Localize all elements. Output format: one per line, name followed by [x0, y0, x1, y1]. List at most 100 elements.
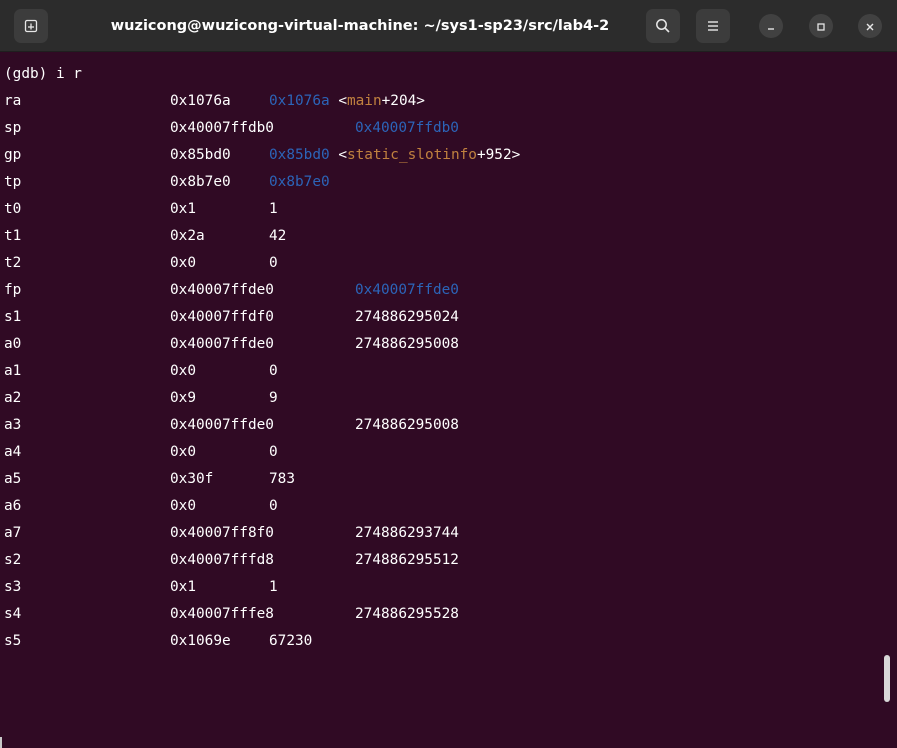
- register-hex-value: 0x40007ffde0: [170, 417, 274, 433]
- value-text: +952>: [476, 147, 521, 163]
- register-row: s3 0x1 1: [0, 576, 860, 598]
- register-row: tp 0x8b7e0 0x8b7e0: [0, 171, 860, 193]
- pointer-value: 0x1076a: [269, 93, 330, 109]
- register-natural-value: 0x40007ffde0: [355, 279, 459, 301]
- register-hex-value: 0x0: [170, 363, 196, 379]
- value-text: 1: [269, 579, 278, 595]
- register-row: t0 0x1 1: [0, 198, 860, 220]
- register-hex-value: 0x40007ffdf0: [170, 309, 274, 325]
- register-row: s2 0x40007fffd8 274886295512: [0, 549, 860, 571]
- search-icon: [655, 18, 671, 34]
- register-natural-value: 274886295024: [355, 306, 459, 328]
- register-name: a3: [4, 417, 22, 433]
- register-name: a4: [4, 444, 22, 460]
- value-text: <: [329, 93, 347, 109]
- register-natural-value: 67230: [269, 630, 312, 652]
- register-name: s5: [4, 633, 22, 649]
- register-name: a6: [4, 498, 22, 514]
- register-natural-value: 0x8b7e0: [269, 171, 330, 193]
- pointer-value: 0x8b7e0: [269, 174, 330, 190]
- pointer-value: 0x40007ffde0: [355, 282, 459, 298]
- value-text: 9: [269, 390, 278, 406]
- register-name: t2: [4, 255, 22, 271]
- value-text: 0: [269, 363, 278, 379]
- window-title: wuzicong@wuzicong-virtual-machine: ~/sys…: [110, 18, 610, 34]
- pointer-value: 0x85bd0: [269, 147, 330, 163]
- pointer-value: 0x40007ffdb0: [355, 120, 459, 136]
- value-text: 42: [269, 228, 287, 244]
- value-text: 274886295008: [355, 417, 459, 433]
- register-hex-value: 0x2a: [170, 228, 205, 244]
- gdb-command-line: (gdb) i r: [4, 66, 82, 82]
- register-natural-value: 783: [269, 468, 295, 490]
- register-row: a0 0x40007ffde0 274886295008: [0, 333, 860, 355]
- value-text: +204>: [381, 93, 425, 109]
- register-name: s3: [4, 579, 22, 595]
- register-row: a7 0x40007ff8f0 274886293744: [0, 522, 860, 544]
- minimize-icon: [766, 17, 776, 36]
- register-natural-value: 274886295008: [355, 414, 459, 436]
- new-tab-button[interactable]: [14, 9, 48, 43]
- register-name: s4: [4, 606, 22, 622]
- register-natural-value: 0: [269, 360, 278, 382]
- register-name: ra: [4, 93, 22, 109]
- symbol-name: main: [346, 93, 382, 109]
- terminal-output[interactable]: (gdb) i r ra 0x1076a 0x1076a <main+204> sp 0…: [0, 52, 897, 748]
- register-hex-value: 0x9: [170, 390, 196, 406]
- value-text: <: [329, 147, 347, 163]
- menu-button[interactable]: [696, 9, 730, 43]
- text-cursor-edge: [0, 737, 2, 748]
- register-name: t1: [4, 228, 22, 244]
- register-row: fp 0x40007ffde0 0x40007ffde0: [0, 279, 860, 301]
- register-natural-value: 0: [269, 252, 278, 274]
- register-natural-value: 0: [269, 441, 278, 463]
- close-icon: [865, 17, 875, 36]
- register-natural-value: 1: [269, 198, 278, 220]
- register-name: s2: [4, 552, 22, 568]
- value-text: 0: [269, 255, 278, 271]
- value-text: 1: [269, 201, 278, 217]
- scrollbar-thumb[interactable]: [884, 655, 890, 702]
- register-name: tp: [4, 174, 22, 190]
- register-hex-value: 0x85bd0: [170, 147, 231, 163]
- register-natural-value: 1: [269, 576, 278, 598]
- register-row: a6 0x0 0: [0, 495, 860, 517]
- register-natural-value: 9: [269, 387, 278, 409]
- close-button[interactable]: [858, 14, 882, 38]
- register-hex-value: 0x8b7e0: [170, 174, 231, 190]
- value-text: 274886295024: [355, 309, 459, 325]
- new-tab-icon: [24, 19, 38, 33]
- register-natural-value: 274886293744: [355, 522, 459, 544]
- value-text: 274886293744: [355, 525, 459, 541]
- title-bar: wuzicong@wuzicong-virtual-machine: ~/sys…: [0, 0, 897, 52]
- maximize-button[interactable]: [809, 14, 833, 38]
- register-natural-value: 0x40007ffdb0: [355, 117, 459, 139]
- terminal-window: wuzicong@wuzicong-virtual-machine: ~/sys…: [0, 0, 897, 748]
- register-hex-value: 0x1076a: [170, 93, 231, 109]
- value-text: 274886295512: [355, 552, 459, 568]
- register-row: a2 0x9 9: [0, 387, 860, 409]
- register-hex-value: 0x30f: [170, 471, 214, 487]
- register-hex-value: 0x0: [170, 498, 196, 514]
- register-natural-value: 0: [269, 495, 278, 517]
- symbol-name: static_slotinfo: [346, 147, 477, 163]
- register-row: a1 0x0 0: [0, 360, 860, 382]
- register-name: a7: [4, 525, 22, 541]
- register-name: a0: [4, 336, 22, 352]
- hamburger-menu-icon: [706, 20, 720, 32]
- register-natural-value: 274886295528: [355, 603, 459, 625]
- value-text: 0: [269, 498, 278, 514]
- register-hex-value: 0x40007fffe8: [170, 606, 274, 622]
- register-row: a5 0x30f 783: [0, 468, 860, 490]
- register-natural-value: 42: [269, 225, 286, 247]
- register-name: sp: [4, 120, 22, 136]
- value-text: 67230: [269, 633, 313, 649]
- value-text: 0: [269, 444, 278, 460]
- register-name: fp: [4, 282, 22, 298]
- search-button[interactable]: [646, 9, 680, 43]
- register-row: a3 0x40007ffde0 274886295008: [0, 414, 860, 436]
- minimize-button[interactable]: [759, 14, 783, 38]
- maximize-icon: [816, 17, 826, 36]
- register-natural-value: 274886295008: [355, 333, 459, 355]
- register-natural-value: 274886295512: [355, 549, 459, 571]
